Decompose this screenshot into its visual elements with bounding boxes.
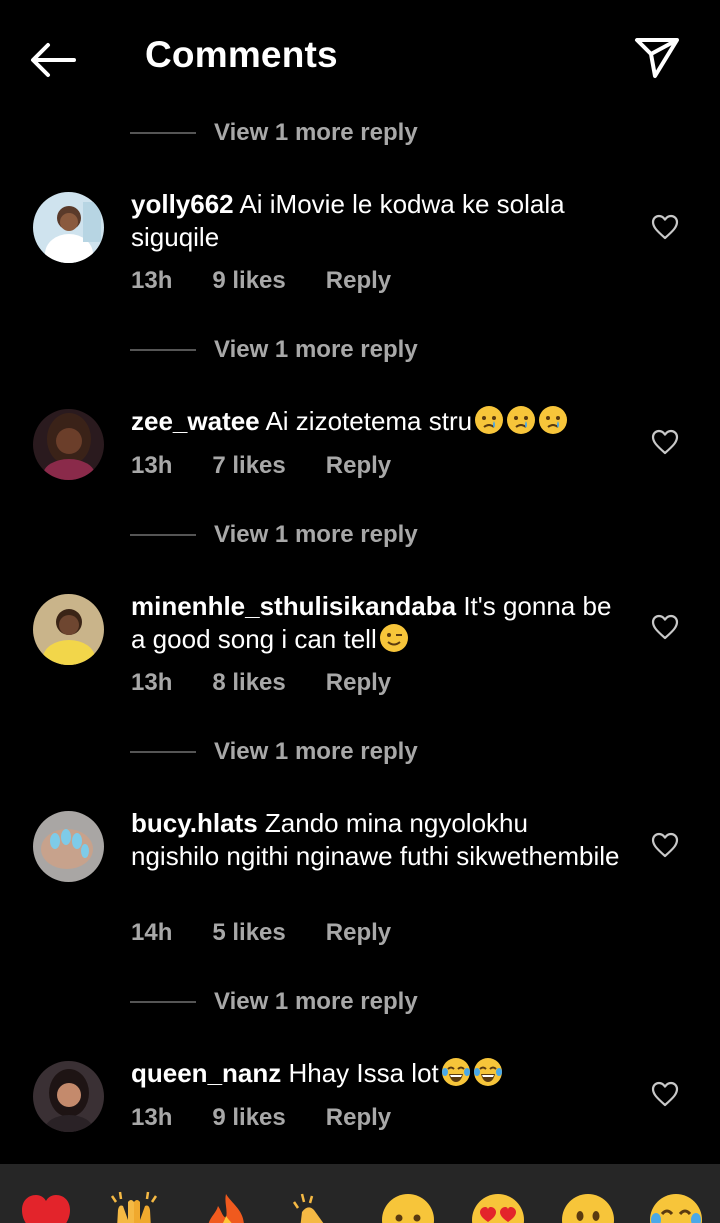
fire-icon[interactable] (198, 1190, 254, 1223)
view-more-replies[interactable]: View 1 more reply (130, 332, 418, 368)
surprised-face-icon[interactable] (560, 1190, 616, 1223)
avatar[interactable] (33, 1061, 104, 1132)
comment-likes[interactable]: 8 likes (212, 669, 285, 697)
comment-meta: 13h 8 likes Reply (131, 669, 431, 697)
crying-face-emoji (475, 406, 504, 434)
comment-meta: 13h 7 likes Reply (131, 452, 431, 480)
share-button[interactable] (630, 34, 684, 82)
view-more-replies[interactable]: View 1 more reply (130, 517, 418, 553)
comment-username[interactable]: queen_nanz (131, 1058, 281, 1088)
comment-username[interactable]: minenhle_sthulisikandaba (131, 591, 456, 621)
comment-time: 13h (131, 669, 173, 696)
comment-body: Ai zizotetema stru (265, 406, 473, 436)
comment-meta: 14h 5 likes Reply (131, 919, 431, 947)
like-heart-icon[interactable] (651, 214, 679, 240)
reply-button[interactable]: Reply (326, 919, 391, 947)
comment-likes[interactable]: 9 likes (212, 267, 285, 295)
view-more-replies-label: View 1 more reply (214, 738, 418, 765)
view-more-replies-label: View 1 more reply (214, 521, 418, 548)
view-more-replies[interactable]: View 1 more reply (130, 734, 418, 770)
clapping-hands-icon[interactable] (288, 1190, 344, 1223)
tears-of-joy-emoji (441, 1058, 470, 1086)
like-heart-icon[interactable] (651, 614, 679, 640)
view-more-replies-label: View 1 more reply (214, 119, 418, 146)
header: Comments (0, 0, 720, 115)
comment-likes[interactable]: 9 likes (212, 1104, 285, 1132)
divider (130, 1001, 196, 1003)
divider (130, 751, 196, 753)
comment-body: Hhay Issa lot (288, 1058, 439, 1088)
crying-face-emoji (507, 406, 536, 434)
comment-likes[interactable]: 5 likes (212, 919, 285, 947)
back-button[interactable] (28, 36, 84, 84)
avatar[interactable] (33, 192, 104, 263)
comment-likes[interactable]: 7 likes (212, 452, 285, 480)
reply-button[interactable]: Reply (326, 267, 391, 295)
winking-face-emoji (379, 624, 408, 652)
avatar[interactable] (33, 409, 104, 480)
view-more-replies[interactable]: View 1 more reply (130, 115, 418, 151)
comment-text: queen_nanz Hhay Issa lot (131, 1057, 621, 1090)
comment-text: zee_watee Ai zizotetema stru (131, 405, 621, 438)
comment-meta: 13h 9 likes Reply (131, 1104, 431, 1132)
reply-button[interactable]: Reply (326, 452, 391, 480)
comment-time: 14h (131, 919, 173, 946)
tears-of-joy-face-icon[interactable] (648, 1190, 704, 1223)
red-heart-icon[interactable] (18, 1190, 74, 1223)
comment-time: 13h (131, 452, 173, 479)
comment-text: bucy.hlats Zando mina ngyolokhu ngishilo… (131, 807, 621, 873)
quick-reaction-bar (0, 1164, 720, 1223)
like-heart-icon[interactable] (651, 429, 679, 455)
comment-time: 13h (131, 267, 173, 294)
crying-face-emoji (539, 406, 568, 434)
avatar[interactable] (33, 811, 104, 882)
view-more-replies-label: View 1 more reply (214, 988, 418, 1015)
comment-username[interactable]: zee_watee (131, 406, 260, 436)
crying-face-icon[interactable] (380, 1190, 436, 1223)
heart-eyes-face-icon[interactable] (470, 1190, 526, 1223)
like-heart-icon[interactable] (651, 1081, 679, 1107)
avatar[interactable] (33, 594, 104, 665)
comment-text: yolly662 Ai iMovie le kodwa ke solala si… (131, 188, 621, 254)
send-icon (635, 38, 679, 78)
like-heart-icon[interactable] (651, 832, 679, 858)
tears-of-joy-emoji (473, 1058, 502, 1086)
comment-text: minenhle_sthulisikandaba It's gonna be a… (131, 590, 621, 656)
page-title: Comments (145, 34, 338, 75)
view-more-replies-label: View 1 more reply (214, 336, 418, 363)
comment-username[interactable]: bucy.hlats (131, 808, 258, 838)
divider (130, 132, 196, 134)
divider (130, 349, 196, 351)
view-more-replies[interactable]: View 1 more reply (130, 984, 418, 1020)
back-arrow-icon (31, 43, 76, 77)
reply-button[interactable]: Reply (326, 1104, 391, 1132)
raising-hands-icon[interactable] (106, 1190, 162, 1223)
comment-username[interactable]: yolly662 (131, 189, 234, 219)
comment-time: 13h (131, 1104, 173, 1131)
reply-button[interactable]: Reply (326, 669, 391, 697)
divider (130, 534, 196, 536)
comment-meta: 13h 9 likes Reply (131, 267, 431, 295)
